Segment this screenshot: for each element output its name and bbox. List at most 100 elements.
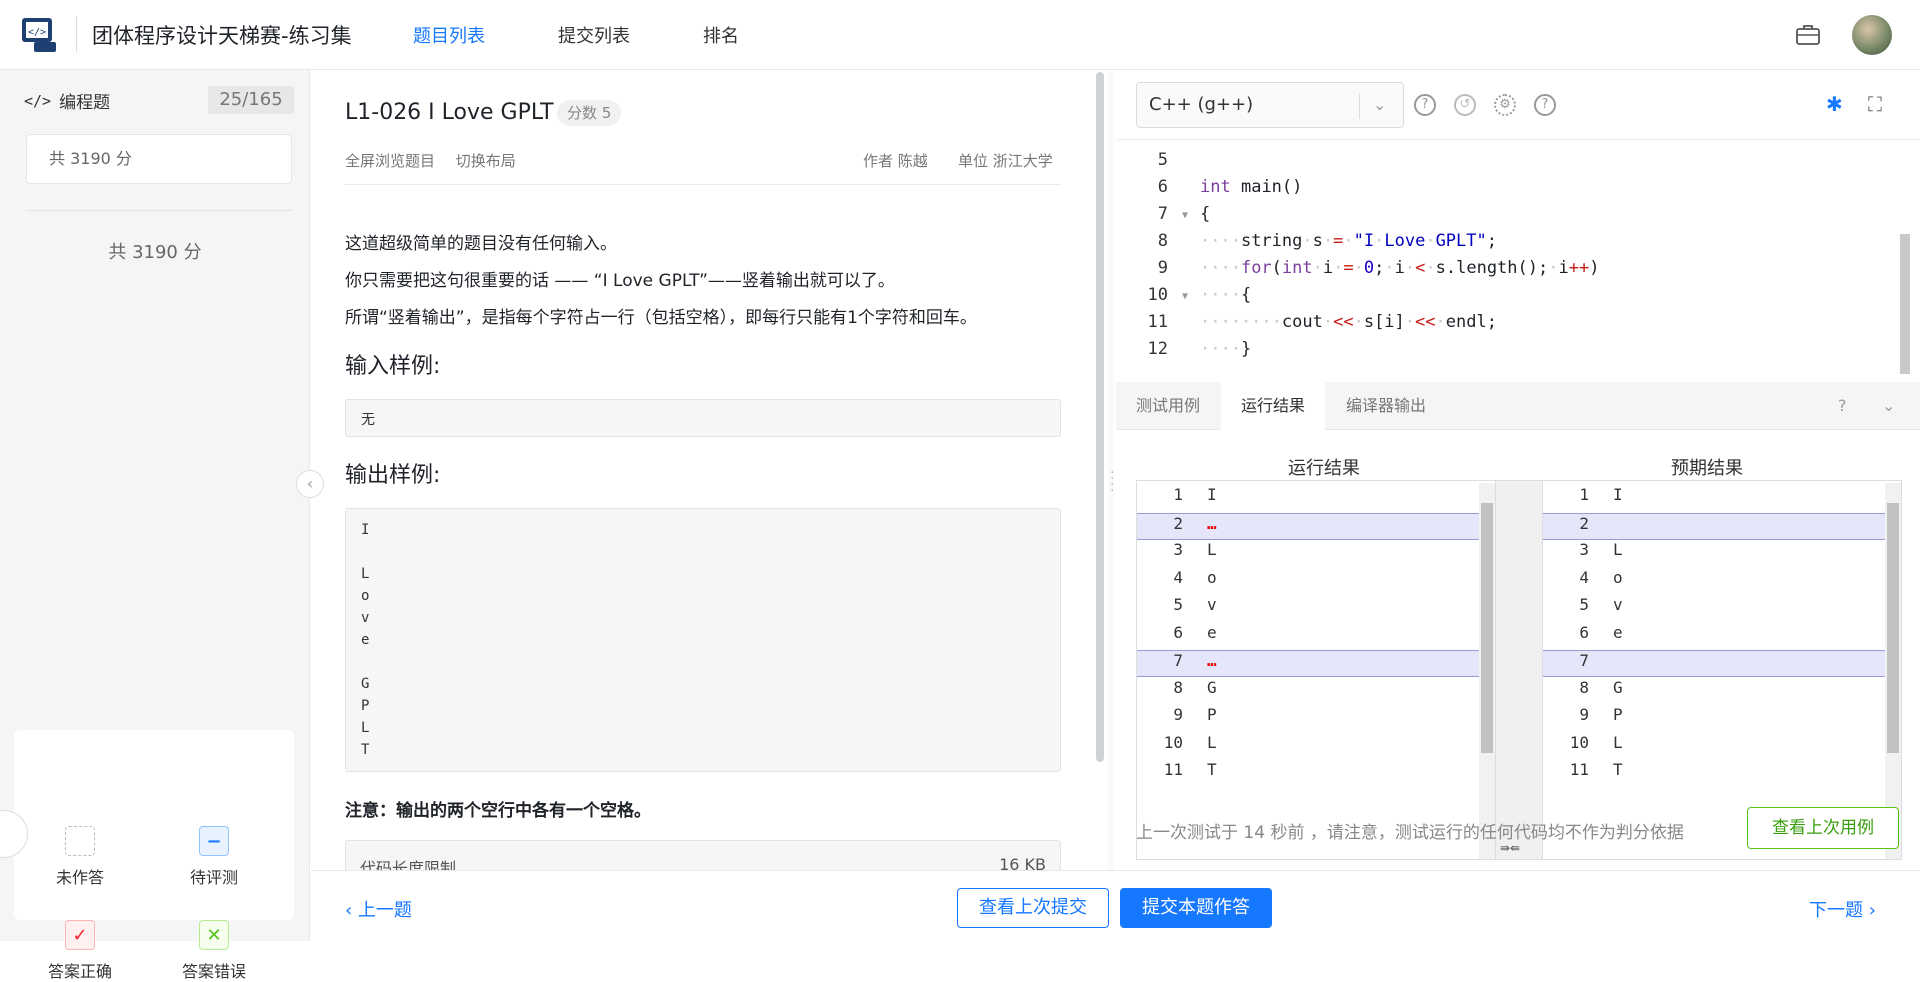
diff-gutter: ⇛⇚ <box>1496 480 1542 860</box>
nav-ranking[interactable]: 排名 <box>703 22 739 48</box>
output-sample-line: I <box>361 522 370 538</box>
diff-line-text: v <box>1207 595 1217 614</box>
scrollbar[interactable] <box>1885 483 1901 859</box>
problem-set-sidebar: </> 编程题 25/165 共 3190 分 共 3190 分 未作答 − 待… <box>0 70 310 981</box>
unanswered-icon <box>65 826 95 856</box>
language-select[interactable]: C++ (g++) ⌄ <box>1136 82 1404 128</box>
expected-result-pane[interactable]: 11 T 10 L 9 P 8 G 7 6 e 5 v 4 o 3 L 2 1 I <box>1542 480 1902 860</box>
collapse-sidebar-button[interactable]: ‹ <box>296 470 324 498</box>
code-line: 12 ····} <box>1147 339 1252 359</box>
diff-line-number: 1 <box>1173 485 1183 504</box>
diff-line-text: o <box>1613 567 1623 587</box>
problem-title: L1-026 I Love GPLT <box>345 100 554 125</box>
scrollbar[interactable] <box>1479 483 1495 859</box>
output-sample-line: P <box>361 698 370 714</box>
problem-links: 全屏浏览题目 切换布局 <box>345 150 516 171</box>
diff-arrows-icon: ⇛⇚ <box>1500 841 1521 855</box>
pending-icon: − <box>199 826 229 856</box>
chevron-down-icon: ⌄ <box>1373 95 1387 114</box>
diff-line-text: e <box>1613 622 1623 642</box>
editor-scrollbar[interactable] <box>1898 144 1912 380</box>
tab-compiler-output[interactable]: 编译器输出 <box>1346 382 1446 430</box>
diff-line-number: 8 <box>1173 677 1183 697</box>
diff-line-number: 2 <box>1173 513 1183 533</box>
help-icon[interactable]: ? <box>1414 94 1436 116</box>
score-badge: 分数 5 <box>557 100 622 126</box>
diff-line-number: 9 <box>1173 705 1183 724</box>
select-divider <box>1359 93 1360 119</box>
diff-line: 11 T <box>1543 760 1901 787</box>
output-sample-line: L <box>361 720 370 736</box>
view-last-submission-button[interactable]: 查看上次提交 <box>957 888 1109 928</box>
problem-scrollbar[interactable] <box>1096 72 1104 762</box>
fullscreen-link[interactable]: 全屏浏览题目 <box>345 152 435 170</box>
diff-line-number: 9 <box>1579 705 1589 724</box>
user-avatar[interactable] <box>1852 15 1892 55</box>
code-line: 6 int main() <box>1157 177 1303 197</box>
legend-unanswered: 未作答 <box>20 826 140 888</box>
problem-author: 作者 陈越 <box>863 152 928 170</box>
status-legend: 未作答 − 待评测 ✓ 答案正确 ✕ 答案错误 <box>14 730 294 981</box>
submit-answer-button[interactable]: 提交本题作答 <box>1120 888 1272 928</box>
diff-line-text: L <box>1207 540 1217 559</box>
diff-line: 7 <box>1543 650 1901 677</box>
collapse-down-icon[interactable]: ⌄ <box>1882 396 1895 415</box>
input-sample: 无 <box>345 399 1061 437</box>
diff-line: 9P <box>1543 705 1901 732</box>
prev-problem-link[interactable]: ‹ 上一题 <box>345 896 412 922</box>
legend-correct: ✓ 答案正确 <box>20 920 140 982</box>
diff-line: 2… <box>1137 512 1495 540</box>
diff-line-number: 10 <box>1569 732 1589 752</box>
code-line: 5 <box>1157 150 1168 170</box>
diff-line-number: 6 <box>1579 622 1589 642</box>
debug-icon[interactable]: ✱ <box>1826 92 1843 116</box>
fold-arrow-icon: ▼ <box>1182 210 1189 221</box>
drag-handle-icon[interactable]: · · · · <box>1110 466 1114 498</box>
diff-line: 4o <box>1543 568 1901 595</box>
output-sample: I Love GPLT <box>345 508 1061 772</box>
fullscreen-icon[interactable]: ⛶ <box>1868 92 1882 116</box>
run-result-pane[interactable]: 11 T 10 L 9 P 8 G 7… 6 e 5 v 4 o 3 L 2… 1 I <box>1136 480 1496 860</box>
briefcase-icon[interactable] <box>1796 24 1820 46</box>
diff-line-number: 4 <box>1579 567 1589 587</box>
diff-line: 5v <box>1137 595 1495 622</box>
description-paragraph: 所谓“竖着输出”，是指每个字符占一行（包括空格），即每行只能有1个字符和回车。 <box>345 308 977 328</box>
diff-line: 10 L <box>1543 733 1901 760</box>
diff-line-number: 7 <box>1173 651 1183 670</box>
diff-line-text: I <box>1207 485 1217 504</box>
code-icon: </> <box>24 91 52 110</box>
diff-line: 3L <box>1543 540 1901 567</box>
tab-test-cases[interactable]: 测试用例 <box>1136 382 1216 430</box>
editor-panel: C++ (g++) ⌄ ? ↺ ⚙ ? ✱ ⛶ 5 6 int main() 7… <box>1116 70 1920 870</box>
history-icon[interactable]: ↺ <box>1454 94 1476 116</box>
top-bar: </> 团体程序设计天梯赛-练习集 题目列表 提交列表 排名 <box>0 0 1920 70</box>
tab-run-result[interactable]: 运行结果 <box>1221 382 1325 430</box>
diff-line-number: 5 <box>1173 595 1183 614</box>
app-logo-icon[interactable]: </> <box>20 16 60 54</box>
help-icon[interactable]: ? <box>1838 396 1847 415</box>
nav-submission-list[interactable]: 提交列表 <box>558 22 630 48</box>
app-title: 团体程序设计天梯赛-练习集 <box>92 24 352 48</box>
diff-line-text: T <box>1613 760 1623 779</box>
svg-text:</>: </> <box>28 27 46 38</box>
output-sample-line <box>361 651 1045 673</box>
nav-problem-list[interactable]: 题目列表 <box>413 22 485 48</box>
diff-line-number: 7 <box>1579 651 1589 670</box>
section-header[interactable]: </> 编程题 <box>24 88 110 114</box>
diff-line-number: 10 <box>1163 732 1183 752</box>
question-icon[interactable]: ? <box>1534 94 1556 116</box>
run-result-title: 运行结果 <box>1288 458 1360 479</box>
bottom-bar: ‹ 上一题 查看上次提交 提交本题作答 下一题 › <box>311 870 1920 941</box>
limit-row: 代码长度限制 16 KB <box>345 840 1061 870</box>
gear-icon[interactable]: ⚙ <box>1494 94 1516 116</box>
diff-line-number: 5 <box>1579 595 1589 614</box>
view-last-testcase-button[interactable]: 查看上次用例 <box>1747 807 1899 849</box>
diff-line-text: P <box>1207 705 1217 724</box>
code-line: 10 ▼ ····{ <box>1147 285 1252 305</box>
description-paragraph: 你只需要把这句很重要的话 —— “I Love GPLT”——竖着输出就可以了。 <box>345 271 895 291</box>
code-editor[interactable]: 5 6 int main() 7 ▼ { 8 ····string·s·=·"I·… <box>1116 144 1906 374</box>
diff-line: 2 <box>1543 512 1901 540</box>
diff-line-text: L <box>1207 732 1217 752</box>
switch-layout-link[interactable]: 切换布局 <box>456 152 516 170</box>
next-problem-link[interactable]: 下一题 › <box>1809 896 1876 922</box>
